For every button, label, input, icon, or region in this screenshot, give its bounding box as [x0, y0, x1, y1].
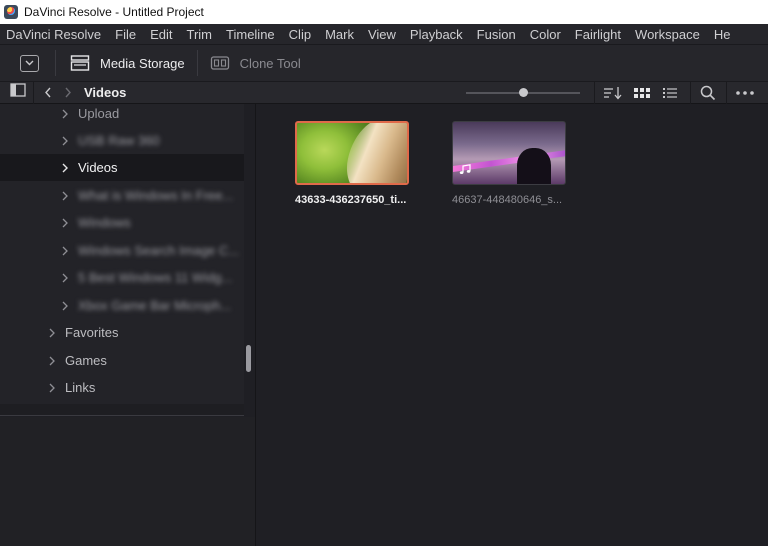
title-bar: DaVinci Resolve - Untitled Project	[0, 0, 768, 24]
menu-edit[interactable]: Edit	[150, 27, 172, 42]
header-divider	[726, 82, 727, 104]
menu-fairlight[interactable]: Fairlight	[575, 27, 621, 42]
media-clip[interactable]: 43633-436237650_ti...	[295, 121, 413, 206]
chevron-right-icon[interactable]	[47, 383, 57, 393]
more-options-icon	[736, 91, 754, 95]
chevron-right-icon[interactable]	[60, 163, 70, 173]
clone-tool-label: Clone Tool	[239, 55, 301, 71]
menu-clip[interactable]: Clip	[289, 27, 311, 42]
menu-workspace[interactable]: Workspace	[635, 27, 700, 42]
sidebar-item-games[interactable]: Games	[0, 347, 244, 374]
sidebar-item-label: 5 Best Windows 11 Widg...	[78, 270, 233, 285]
chevron-left-icon	[45, 87, 51, 98]
toolbar-separator	[55, 50, 56, 76]
grid-view-icon	[634, 88, 650, 98]
clone-tool-button[interactable]: Clone Tool	[210, 48, 301, 78]
thumbnail-view-button[interactable]	[631, 85, 653, 101]
sidebar-lower-panel	[0, 417, 256, 546]
chevron-right-icon[interactable]	[60, 136, 70, 146]
header-divider	[594, 82, 595, 104]
media-storage-sidebar: Upload USB Raw 360 Videos What is Window…	[0, 104, 244, 404]
chevron-right-icon[interactable]	[47, 328, 57, 338]
person-silhouette	[517, 148, 551, 184]
sidebar-item-label: Windows	[78, 215, 131, 230]
menu-color[interactable]: Color	[530, 27, 561, 42]
chevron-right-icon[interactable]	[60, 246, 70, 256]
menu-help[interactable]: He	[714, 27, 731, 42]
sort-button[interactable]	[602, 85, 624, 101]
chevron-right-icon[interactable]	[47, 356, 57, 366]
chevron-right-icon[interactable]	[60, 109, 70, 119]
chevron-right-icon[interactable]	[60, 273, 70, 283]
window-title: DaVinci Resolve - Untitled Project	[24, 5, 204, 19]
sidebar-item-folder[interactable]: What is Windows In Free...	[0, 182, 244, 209]
chevron-down-icon	[25, 60, 34, 66]
media-storage-label: Media Storage	[100, 55, 185, 71]
sidebar-item-label: Windows Search Image C...	[78, 243, 240, 258]
sidebar-scrollbar-thumb[interactable]	[246, 345, 251, 372]
more-options-button[interactable]	[734, 85, 756, 101]
sidebar-item-label: Videos	[78, 160, 118, 175]
sidebar-item-favorites[interactable]: Favorites	[0, 319, 244, 346]
header-divider	[690, 82, 691, 104]
media-clip[interactable]: 46637-448480646_s...	[452, 121, 570, 206]
forward-button[interactable]	[64, 87, 72, 98]
sidebar-item-label: Xbox Game Bar Microph...	[78, 298, 232, 313]
menu-view[interactable]: View	[368, 27, 396, 42]
toolbar-separator	[196, 50, 198, 76]
menu-mark[interactable]: Mark	[325, 27, 354, 42]
sidebar-item-folder[interactable]: 5 Best Windows 11 Widg...	[0, 264, 244, 291]
workspace-dropdown-button[interactable]	[20, 54, 39, 72]
clip-thumbnail[interactable]	[452, 121, 566, 185]
sidebar-item-folder[interactable]: Windows Search Image C...	[0, 237, 244, 264]
sidebar-item-folder[interactable]: Windows	[0, 209, 244, 236]
hair-detail	[340, 123, 407, 183]
chevron-right-icon[interactable]	[60, 191, 70, 201]
list-view-button[interactable]	[660, 85, 680, 101]
back-button[interactable]	[44, 87, 52, 98]
media-toolbar: Media Storage Clone Tool	[0, 44, 768, 82]
media-pool-grid: 43633-436237650_ti... 46637-448480646_s.…	[256, 104, 768, 546]
davinci-resolve-app-icon	[4, 5, 18, 19]
menu-davinci-resolve[interactable]: DaVinci Resolve	[6, 27, 101, 42]
menu-file[interactable]: File	[115, 27, 136, 42]
sidebar-item-folder[interactable]: Xbox Game Bar Microph...	[0, 292, 244, 319]
chevron-right-icon[interactable]	[60, 218, 70, 228]
toggle-sidebar-button[interactable]	[10, 83, 26, 102]
clone-tool-icon	[210, 56, 229, 70]
sidebar-item-upload[interactable]: Upload	[0, 104, 244, 127]
chevron-right-icon[interactable]	[60, 301, 70, 311]
music-note-icon	[459, 162, 471, 180]
search-icon	[700, 85, 716, 101]
sidebar-footer-strip	[0, 404, 244, 416]
sidebar-item-videos[interactable]: Videos	[0, 154, 244, 181]
menu-playback[interactable]: Playback	[410, 27, 463, 42]
clip-thumbnail[interactable]	[295, 121, 409, 185]
clip-name: 43633-436237650_ti...	[295, 194, 407, 206]
thumbnail-size-slider-handle[interactable]	[519, 88, 528, 97]
sidebar-item-label: Upload	[78, 106, 120, 121]
sidebar-item-label: Games	[65, 353, 107, 368]
sort-icon	[604, 87, 622, 100]
media-storage-icon	[70, 55, 90, 71]
browser-header-bar: Videos	[0, 81, 768, 104]
chevron-right-icon	[65, 87, 71, 98]
clip-name: 46637-448480646_s...	[452, 194, 563, 206]
sidebar-item-label: What is Windows In Free...	[78, 188, 234, 203]
header-divider	[33, 81, 34, 104]
menu-fusion[interactable]: Fusion	[477, 27, 516, 42]
list-view-icon	[663, 88, 677, 98]
sidebar-item-folder[interactable]: USB Raw 360	[0, 127, 244, 154]
sidebar-item-links[interactable]: Links	[0, 374, 244, 401]
menu-bar: DaVinci Resolve File Edit Trim Timeline …	[0, 24, 768, 44]
menu-timeline[interactable]: Timeline	[226, 27, 275, 42]
sidebar-item-label: Links	[65, 380, 96, 395]
sidebar-item-label: Favorites	[65, 325, 119, 340]
current-folder-title: Videos	[84, 85, 127, 100]
menu-trim[interactable]: Trim	[187, 27, 213, 42]
media-storage-button[interactable]: Media Storage	[70, 48, 185, 78]
sidebar-item-label: USB Raw 360	[78, 133, 160, 148]
sidebar-toggle-icon	[10, 83, 26, 97]
search-button[interactable]	[698, 85, 718, 101]
